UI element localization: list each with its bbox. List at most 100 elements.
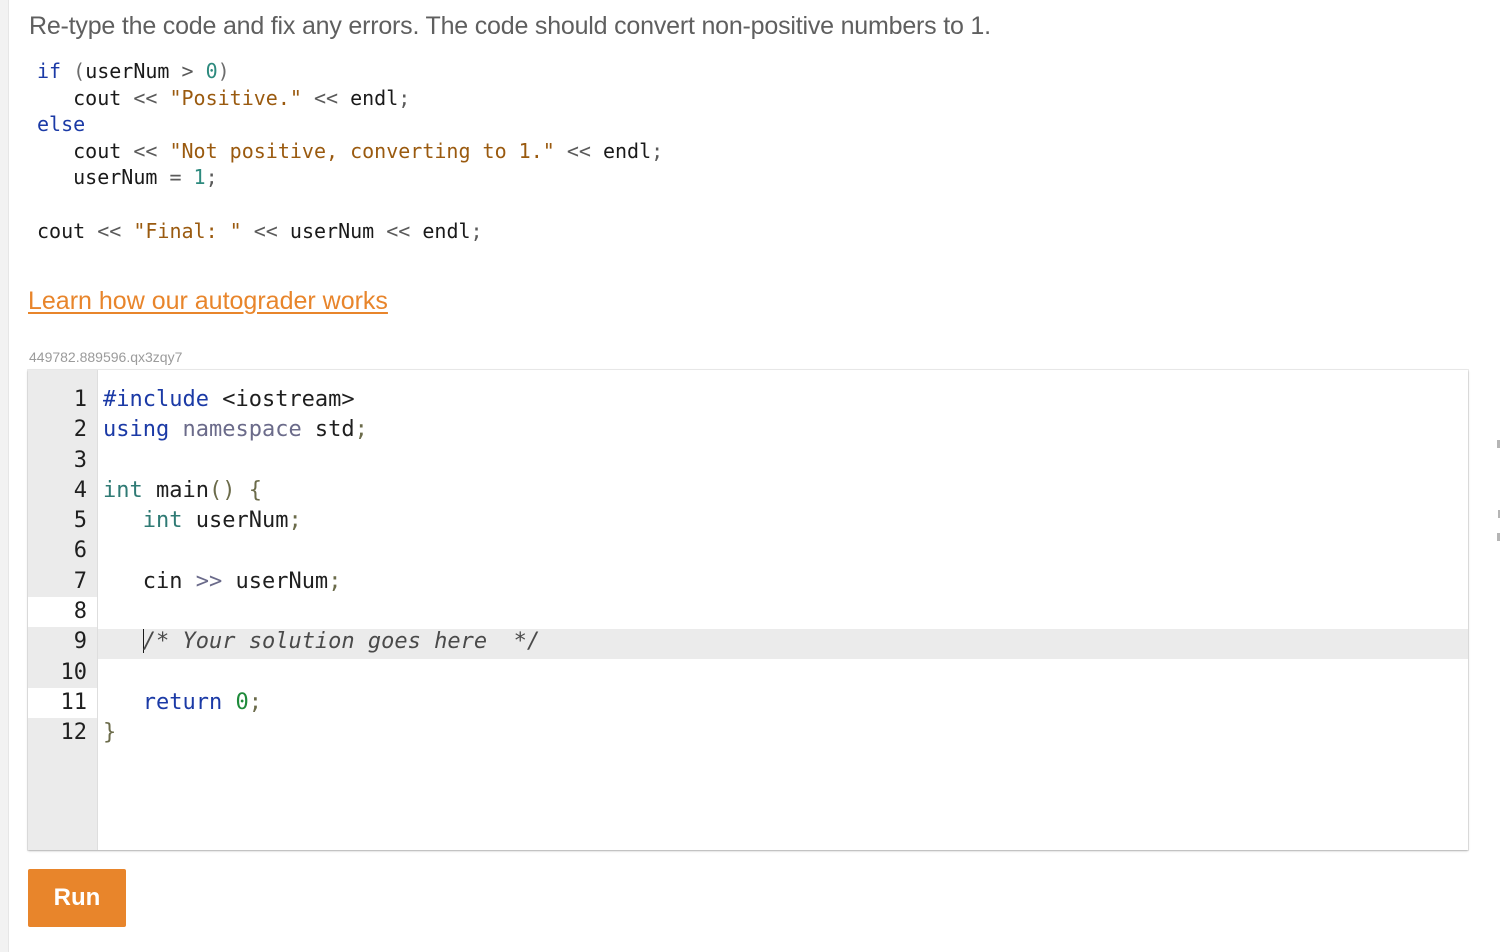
code-comment: /* Your solution goes here */	[142, 629, 541, 655]
code-line-9[interactable]: 9 /* Your solution goes here */	[28, 627, 1468, 657]
line-number: 10	[60, 659, 88, 685]
code-text: cin >> userNum;	[103, 567, 342, 597]
code-token: int	[142, 508, 183, 534]
sample-token: endl	[410, 218, 471, 243]
sample-token: "Final: "	[121, 218, 254, 243]
sample-token: )	[217, 59, 230, 83]
code-token: namespace	[169, 417, 302, 443]
line-number: 3	[73, 447, 87, 473]
code-token: userNum	[222, 568, 329, 594]
code-token: <iostream>	[208, 387, 355, 412]
line-number: 5	[73, 508, 87, 534]
line-number: 12	[60, 720, 88, 746]
code-line-2[interactable]: 2 using namespace std;	[28, 415, 1468, 445]
code-token: cin	[103, 568, 196, 594]
line-number: 4	[73, 477, 87, 503]
sample-token: 1	[181, 165, 206, 190]
learn-autograder-link[interactable]: Learn how our autograder works	[28, 287, 388, 316]
sample-token: <<	[253, 218, 278, 243]
sample-token: ;	[651, 138, 664, 163]
code-token: using	[103, 417, 170, 443]
line-number: 1	[73, 387, 87, 412]
code-line-8[interactable]: 8	[28, 597, 1468, 627]
code-token: userNum	[182, 508, 289, 534]
sample-line-2: cout << "Positive." << endl;	[37, 85, 663, 112]
code-line-11[interactable]: 11 return 0;	[28, 688, 1468, 718]
sample-code: if (userNum > 0) cout << "Positive." << …	[37, 58, 663, 244]
sample-token: userNum	[85, 59, 170, 83]
line-number: 8	[73, 599, 87, 625]
sample-token: userNum	[277, 218, 387, 243]
sample-line-1: if (userNum > 0)	[37, 58, 663, 85]
code-text: }	[103, 718, 116, 748]
code-token: return	[142, 689, 223, 715]
code-text: using namespace std;	[103, 415, 368, 445]
run-button[interactable]: Run	[28, 869, 126, 927]
code-line-1[interactable]: 1 #include <iostream>	[28, 385, 1468, 415]
code-token: ;	[248, 689, 262, 715]
code-line-4[interactable]: 4 int main() {	[28, 476, 1468, 506]
code-token: 0	[222, 689, 249, 715]
sample-token: ;	[470, 218, 483, 243]
sample-token: cout	[37, 85, 134, 110]
code-token: int	[103, 477, 143, 503]
sample-token: <<	[313, 85, 339, 110]
line-number: 2	[73, 417, 87, 443]
sample-token: cout	[37, 218, 98, 243]
sample-token: <<	[566, 138, 591, 163]
code-text: #include <iostream>	[103, 385, 355, 415]
code-token: #include	[103, 387, 209, 412]
code-text: int userNum;	[103, 506, 302, 536]
code-text: int main() {	[103, 476, 262, 506]
sample-token: ;	[398, 85, 411, 110]
sample-token: <<	[386, 218, 411, 243]
code-line-12[interactable]: 12}	[28, 718, 1468, 748]
code-lines: 1 #include <iostream> 2 using namespace st…	[28, 385, 1468, 749]
sample-token: endl	[590, 138, 652, 163]
code-token: >>	[195, 568, 223, 594]
instructions-text: Re-type the code and fix any errors. The…	[29, 12, 991, 40]
sample-token: >	[169, 59, 206, 83]
code-line-7[interactable]: 7 cin >> userNum;	[28, 567, 1468, 597]
sample-token: (	[61, 59, 86, 83]
code-editor[interactable]: 1 #include <iostream> 2 using namespace st…	[28, 370, 1468, 850]
code-token: main	[142, 477, 209, 503]
sample-token: "Positive."	[157, 85, 314, 110]
code-token: std	[301, 417, 355, 443]
code-text: /* Your solution goes here */	[103, 627, 540, 657]
line-number: 9	[73, 629, 87, 655]
code-line-6[interactable]: 6	[28, 536, 1468, 566]
sample-token: <<	[133, 85, 158, 110]
code-line-5[interactable]: 5 int userNum;	[28, 506, 1468, 536]
sample-line-4: cout << "Not positive, converting to 1."…	[37, 138, 663, 165]
sample-token: if	[37, 59, 62, 83]
sample-token: else	[37, 112, 86, 137]
code-id: 449782.889596.qx3zqy7	[29, 349, 183, 365]
sample-token: ;	[205, 165, 218, 190]
sample-token: =	[169, 165, 182, 190]
sample-line-7: cout << "Final: " << userNum << endl;	[37, 218, 663, 245]
left-rule	[0, 0, 9, 952]
sample-line-5: userNum = 1;	[37, 164, 663, 191]
sample-token: "Not positive, converting to 1."	[157, 138, 567, 163]
sample-token: cout	[37, 138, 134, 163]
sample-line-3: else	[37, 111, 663, 138]
sample-token: userNum	[37, 165, 170, 190]
sample-line-6	[37, 191, 663, 218]
code-line-3[interactable]: 3	[28, 446, 1468, 476]
code-line-10[interactable]: 10	[28, 658, 1468, 688]
line-number: 7	[73, 568, 87, 594]
code-text: return 0;	[103, 688, 262, 718]
code-token: ;	[328, 568, 342, 594]
code-token: {	[235, 477, 262, 503]
code-token: }	[103, 720, 117, 746]
sample-token: <<	[97, 218, 122, 243]
code-token: ;	[288, 508, 302, 534]
code-token: ;	[354, 417, 368, 443]
line-number: 6	[73, 538, 87, 564]
sample-token: endl	[338, 85, 399, 110]
sample-token: 0	[205, 59, 218, 83]
